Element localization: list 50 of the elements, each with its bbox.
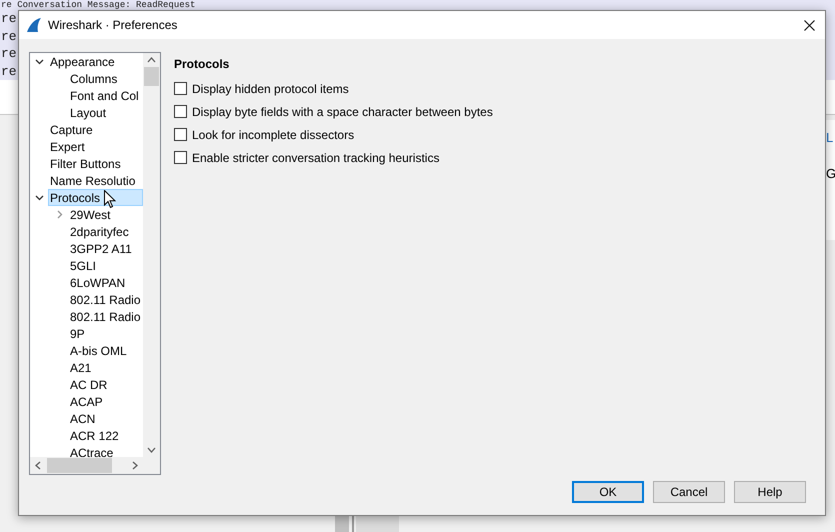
horizontal-scrollbar[interactable] [30, 457, 160, 474]
tree-item[interactable]: Appearance [48, 53, 119, 70]
dialog-button[interactable]: Help [734, 481, 806, 503]
scroll-thumb[interactable] [47, 458, 112, 473]
section-title: Protocols [174, 56, 230, 73]
scroll-thumb[interactable] [144, 67, 159, 86]
checkbox-label: Enable stricter conversation tracking heuristics [192, 150, 440, 166]
checkbox[interactable] [174, 82, 187, 95]
tree-item[interactable]: Filter Buttons [48, 155, 125, 172]
tree-item[interactable]: 5GLI [68, 257, 100, 274]
tree-item[interactable]: A21 [68, 359, 96, 376]
tree-item[interactable]: Capture [48, 121, 97, 138]
checkbox[interactable] [174, 105, 187, 118]
tree-item[interactable]: 2dparityfec [68, 223, 133, 240]
window-title: Wireshark · Preferences [48, 17, 178, 34]
expand-chevron-icon[interactable] [34, 193, 44, 202]
tree-item[interactable]: ACN [68, 410, 100, 427]
checkbox[interactable] [174, 128, 187, 141]
tree-item[interactable]: 802.11 Radio [68, 308, 143, 325]
tree-item[interactable]: Columns [68, 70, 122, 87]
shark-fin-icon [26, 18, 42, 32]
tree-item[interactable]: Name Resolutio [48, 172, 140, 189]
dialog-button[interactable]: Cancel [653, 481, 725, 503]
splitter-drawing [335, 516, 399, 532]
close-icon[interactable] [804, 20, 815, 30]
vertical-scrollbar[interactable] [143, 53, 160, 457]
tree-item[interactable]: Font and Col [68, 87, 143, 104]
tree-item[interactable]: 9P [68, 325, 89, 342]
text-fragment: G [826, 165, 835, 183]
tree-item[interactable]: ACR 122 [68, 427, 123, 444]
collapse-chevron-icon[interactable] [54, 210, 64, 219]
tree-item[interactable]: Expert [48, 138, 89, 155]
tree-item[interactable]: 3GPP2 A11 [68, 240, 136, 257]
checkbox-label: Display hidden protocol items [192, 80, 349, 98]
mouse-cursor-icon [104, 190, 116, 209]
checkbox-label: Look for incomplete dissectors [192, 126, 354, 144]
tree-item[interactable]: ACtrace [68, 444, 118, 457]
tree-item[interactable]: Protocols [48, 189, 143, 206]
tree-item[interactable]: 29West [68, 206, 114, 223]
tree-item[interactable]: Layout [68, 104, 110, 121]
dialog-button[interactable]: OK [572, 481, 644, 503]
tree-item[interactable]: ACAP [68, 393, 107, 410]
tree-item[interactable]: 6LoWPAN [68, 274, 130, 291]
tree-item[interactable]: AC DR [68, 376, 112, 393]
tree-item[interactable]: 802.11 Radio [68, 291, 143, 308]
checkbox[interactable] [174, 151, 187, 164]
text-fragment: L [826, 129, 834, 147]
tree-item[interactable]: A-bis OML [68, 342, 131, 359]
checkbox-label: Display byte fields with a space character between bytes [192, 104, 493, 120]
expand-chevron-icon[interactable] [34, 57, 44, 66]
